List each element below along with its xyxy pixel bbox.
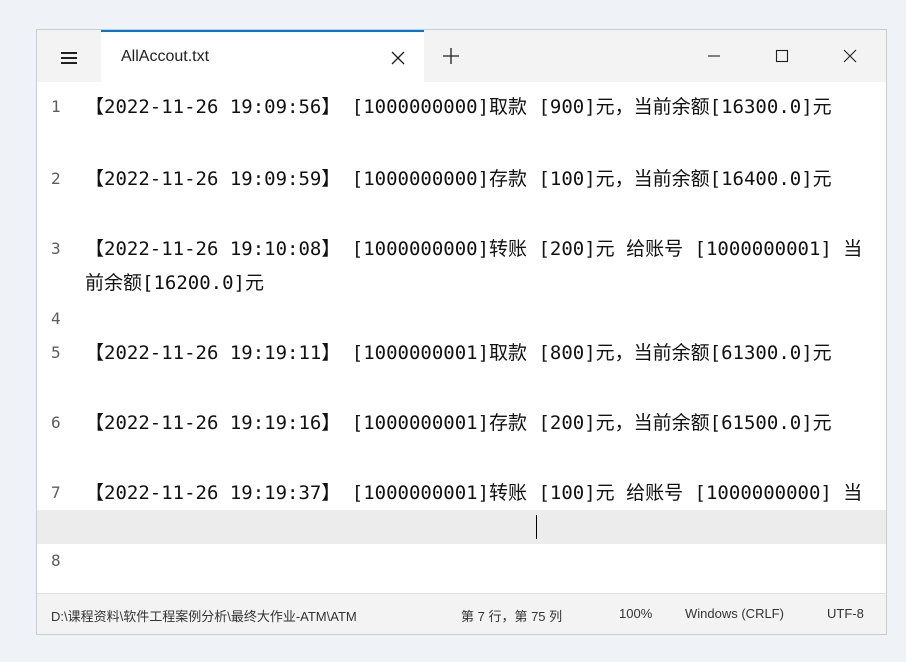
notepad-window: AllAccout.txt 1 【2022-11-26 19:09:56】 [1… [36, 29, 887, 635]
minimize-button[interactable] [691, 38, 737, 74]
text-editor[interactable]: 1 【2022-11-26 19:09:56】 [1000000000]取款 [… [37, 82, 886, 593]
title-bar: AllAccout.txt [37, 30, 886, 82]
line-number: 6 [51, 413, 61, 432]
text-caret [536, 515, 537, 539]
status-encoding[interactable]: UTF-8 [827, 606, 864, 621]
text-line: 2 【2022-11-26 19:09:59】 [1000000000]存款 [… [37, 162, 886, 228]
tab-allaccout[interactable]: AllAccout.txt [101, 30, 424, 82]
minimize-icon [708, 55, 720, 57]
line-number: 5 [51, 343, 61, 362]
menu-button[interactable] [49, 40, 89, 76]
current-line-highlight [37, 510, 886, 544]
line-text: 【2022-11-26 19:19:16】 [1000000001]存款 [20… [85, 412, 832, 434]
status-file-path: D:\课程资料\软件工程案例分析\最终大作业-ATM\ATM [51, 609, 357, 624]
line-text: 【2022-11-26 19:09:56】 [1000000000]取款 [90… [85, 96, 832, 118]
line-number: 4 [51, 309, 61, 328]
status-bar: D:\课程资料\软件工程案例分析\最终大作业-ATM\ATM 第 7 行，第 7… [37, 593, 886, 634]
line-number: 8 [51, 551, 61, 570]
maximize-icon [775, 49, 789, 63]
text-line: 3 【2022-11-26 19:10:08】 [1000000000]转账 [… [37, 232, 886, 298]
line-number: 2 [51, 169, 61, 188]
text-line: 8 [37, 544, 886, 578]
text-line: 6 【2022-11-26 19:19:16】 [1000000001]存款 [… [37, 406, 886, 472]
hamburger-icon [61, 52, 77, 64]
line-text: 【2022-11-26 19:19:11】 [1000000001]取款 [80… [85, 342, 832, 364]
text-line: 1 【2022-11-26 19:09:56】 [1000000000]取款 [… [37, 90, 886, 156]
text-line: 7 【2022-11-26 19:19:37】 [1000000001]转账 [… [37, 476, 886, 538]
status-cursor-position[interactable]: 第 7 行，第 75 列 [461, 606, 562, 625]
text-line: 5 【2022-11-26 19:19:11】 [1000000001]取款 [… [37, 336, 886, 402]
plus-icon [443, 48, 459, 64]
line-text: 【2022-11-26 19:10:08】 [1000000000]转账 [20… [85, 238, 863, 294]
text-line: 4 [37, 302, 886, 336]
status-line-ending[interactable]: Windows (CRLF) [685, 606, 784, 621]
close-tab-button[interactable] [382, 42, 414, 74]
status-zoom[interactable]: 100% [619, 606, 652, 621]
line-text: 【2022-11-26 19:09:59】 [1000000000]存款 [10… [85, 168, 832, 190]
close-icon [391, 51, 405, 65]
line-number: 7 [51, 483, 61, 502]
tab-title: AllAccout.txt [121, 48, 210, 65]
maximize-button[interactable] [759, 38, 805, 74]
line-number: 3 [51, 239, 61, 258]
new-tab-button[interactable] [433, 40, 469, 72]
close-window-button[interactable] [827, 38, 873, 74]
line-number: 1 [51, 97, 61, 116]
close-icon [843, 49, 857, 63]
